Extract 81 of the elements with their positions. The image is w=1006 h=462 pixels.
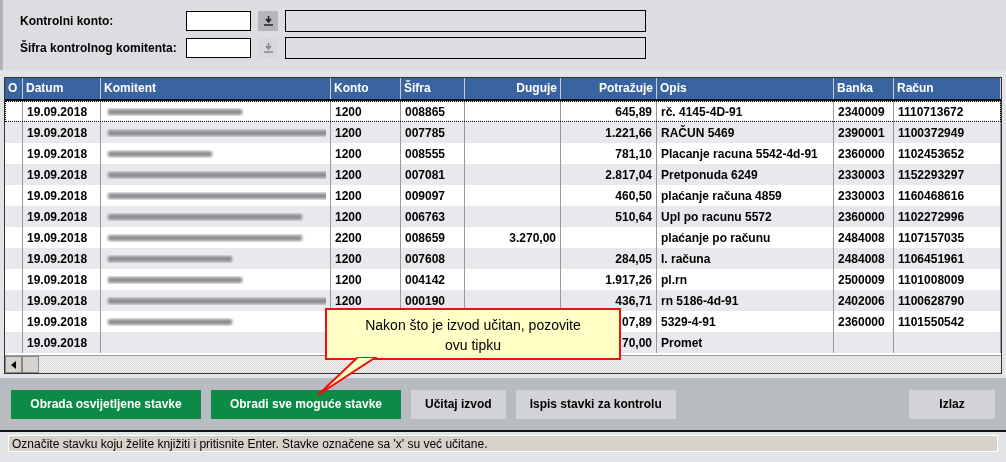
table-cell: 2500009 <box>838 272 885 287</box>
table-cell: 2360000 <box>838 146 885 161</box>
table-cell: 510,64 <box>615 209 652 224</box>
table-cell: 1200 <box>335 125 362 140</box>
table-cell: Upl po racunu 5572 <box>661 209 772 224</box>
table-cell: 70,00 <box>621 335 652 350</box>
table-cell: 009097 <box>405 188 446 203</box>
table-cell: 2200 <box>335 230 362 245</box>
table-cell: 19.09.2018 <box>27 230 88 245</box>
table-cell: 1110713672 <box>898 104 964 119</box>
table-cell: rn 5186-4d-91 <box>661 293 739 308</box>
table-cell: 1101008009 <box>898 272 965 287</box>
table-cell: 19.09.2018 <box>27 188 88 203</box>
table-cell: 5329-4-91 <box>661 314 716 329</box>
table-cell: 1200 <box>335 146 362 161</box>
table-cell: plaćanje po računu <box>661 230 771 245</box>
table-cell: 007081 <box>405 167 446 182</box>
table-cell: Promet <box>661 335 703 350</box>
table-cell: 006763 <box>405 209 446 224</box>
table-cell: Placanje racuna 5542-4d-91 <box>661 146 818 161</box>
table-cell: 1200 <box>335 293 362 308</box>
table-cell: 2340009 <box>838 104 885 119</box>
table-cell: 2.817,04 <box>605 167 652 182</box>
table-cell: plaćanje računa 4859 <box>661 188 782 203</box>
table-cell: 1160468616 <box>898 188 965 203</box>
table-cell: I. računa <box>661 251 711 266</box>
table-cell: 645,89 <box>615 104 652 119</box>
table-cell: 008865 <box>405 104 446 119</box>
table-cell: 2330003 <box>838 167 885 182</box>
table-cell: 460,50 <box>615 188 652 203</box>
table-cell: 2330003 <box>838 188 885 203</box>
table-cell: rč. 4145-4D-91 <box>661 104 743 119</box>
table-cell: 19.09.2018 <box>27 146 88 161</box>
table-cell: 1102453652 <box>898 146 965 161</box>
table-cell: 2360000 <box>838 314 885 329</box>
table-cell: 008555 <box>405 146 446 161</box>
table-cell: 1107157035 <box>898 230 965 245</box>
table-cell: 1106451961 <box>898 251 965 266</box>
table-cell: 3.270,00 <box>509 230 556 245</box>
status-text: Označite stavku koju želite knjižiti i pritisnite Enter. Stavke označene sa 'x' su već učitane. <box>12 437 488 451</box>
table-cell: RAČUN 5469 <box>661 125 735 140</box>
table-cell: 007785 <box>405 125 446 140</box>
table-cell: pl.rn <box>661 272 687 287</box>
table-cell: 2360000 <box>838 209 885 224</box>
table-cell: 1200 <box>335 188 362 203</box>
table-cell: 284,05 <box>615 251 652 266</box>
table-cell: 1200 <box>335 209 362 224</box>
field-label: Kontrolni konto: <box>20 13 115 28</box>
table-cell: 19.09.2018 <box>27 209 88 224</box>
table-cell: 1152293297 <box>898 167 965 182</box>
table-cell: 19.09.2018 <box>27 293 88 308</box>
table-cell: 008659 <box>405 230 446 245</box>
table-cell: 781,10 <box>615 146 652 161</box>
table-cell: 1100628790 <box>898 293 965 308</box>
table-cell: 004142 <box>405 272 446 287</box>
table-cell: 1.917,26 <box>605 272 652 287</box>
table-cell: 1200 <box>335 251 362 266</box>
table-cell: 19.09.2018 <box>27 314 88 329</box>
table-cell: 1.221,66 <box>605 125 652 140</box>
table-cell: 1200 <box>335 167 362 182</box>
table-cell: 2484008 <box>838 251 885 266</box>
table-cell: 007608 <box>405 251 446 266</box>
table-cell: 07,89 <box>621 314 652 329</box>
table-cell: 19.09.2018 <box>27 251 88 266</box>
table-cell: 1200 <box>335 272 362 287</box>
table-cell: 19.09.2018 <box>27 335 88 350</box>
table-cell: Pretponuda 6249 <box>661 167 758 182</box>
table-cell: 1100372949 <box>898 125 965 140</box>
table-cell: 19.09.2018 <box>27 104 88 119</box>
table-cell: 2402006 <box>838 293 885 308</box>
table-cell: 19.09.2018 <box>27 272 88 287</box>
table-cell: 000190 <box>405 293 446 308</box>
table-cell: 2390001 <box>838 125 885 140</box>
table-cell: 1200 <box>335 104 362 119</box>
table-cell: 436,71 <box>615 293 652 308</box>
table-cell: 1102272996 <box>898 209 965 224</box>
field-label: Šifra kontrolnog komitenta: <box>20 40 178 55</box>
table-cell: 2484008 <box>838 230 885 245</box>
table-cell: 19.09.2018 <box>27 167 88 182</box>
table-cell: 19.09.2018 <box>27 125 88 140</box>
table-cell: 1101550542 <box>898 314 965 329</box>
